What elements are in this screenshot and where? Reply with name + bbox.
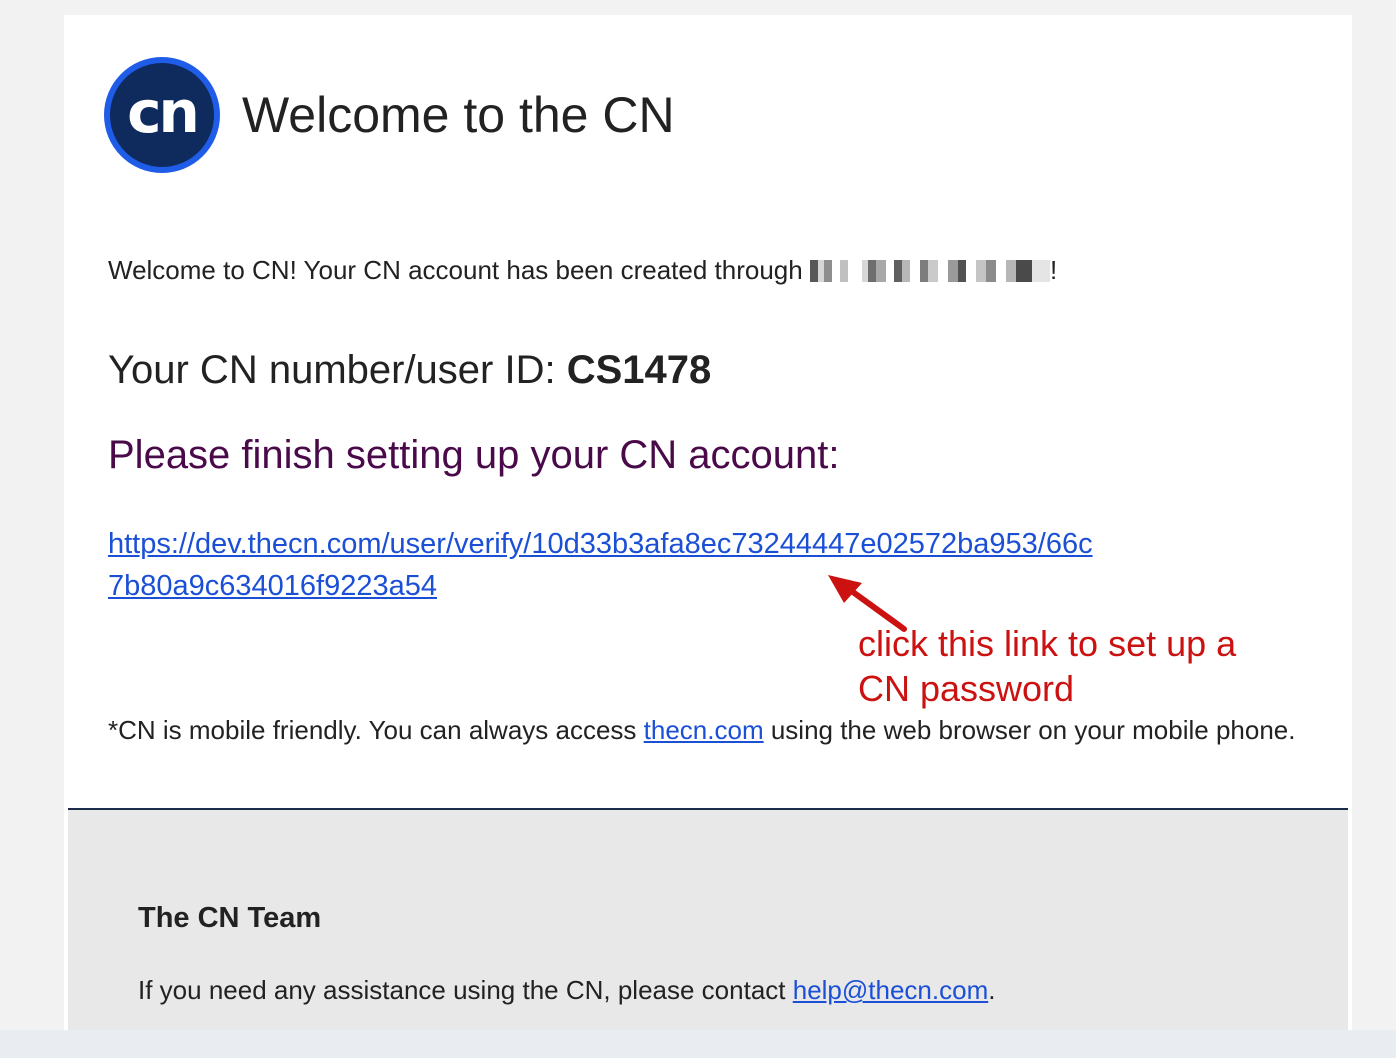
cn-logo: cn [104,57,220,173]
finish-setup-heading: Please finish setting up your CN account… [108,433,840,477]
intro-text-main: Welcome to CN! Your CN account has been … [108,255,810,285]
footer-help-after: . [988,975,996,1005]
footer-team-name: The CN Team [138,902,322,934]
email-card: cn Welcome to the CN Welcome to CN! Your… [64,15,1352,1058]
email-title: Welcome to the CN [242,87,675,143]
cn-logo-inner: cn [110,63,214,167]
email-footer: The CN Team If you need any assistance u… [68,810,1348,1058]
cn-logo-text: cn [127,78,200,146]
redacted-institution [809,260,1050,282]
bottom-bar [0,1030,1396,1058]
mobile-note-after: using the web browser on your mobile pho… [763,715,1296,745]
intro-text: Welcome to CN! Your CN account has been … [108,255,1057,286]
user-id-label: Your CN number/user ID: [108,348,567,392]
verify-account-link[interactable]: https://dev.thecn.com/user/verify/10d33b… [108,523,1108,607]
top-strip [0,0,1396,10]
annotation-text: click this link to set up a CN password [858,623,1237,709]
email-header: cn Welcome to the CN [104,55,675,175]
user-id-value: CS1478 [566,348,712,392]
intro-text-end: ! [1049,255,1058,285]
footer-help-text: If you need any assistance using the CN,… [138,975,995,1006]
mobile-note-before: *CN is mobile friendly. You can always a… [108,715,644,745]
thecn-link[interactable]: thecn.com [644,715,764,745]
user-id-line: Your CN number/user ID: CS1478 [108,348,711,393]
help-email-link[interactable]: help@thecn.com [793,975,989,1005]
mobile-friendly-note: *CN is mobile friendly. You can always a… [108,710,1318,750]
footer-help-before: If you need any assistance using the CN,… [138,975,793,1005]
